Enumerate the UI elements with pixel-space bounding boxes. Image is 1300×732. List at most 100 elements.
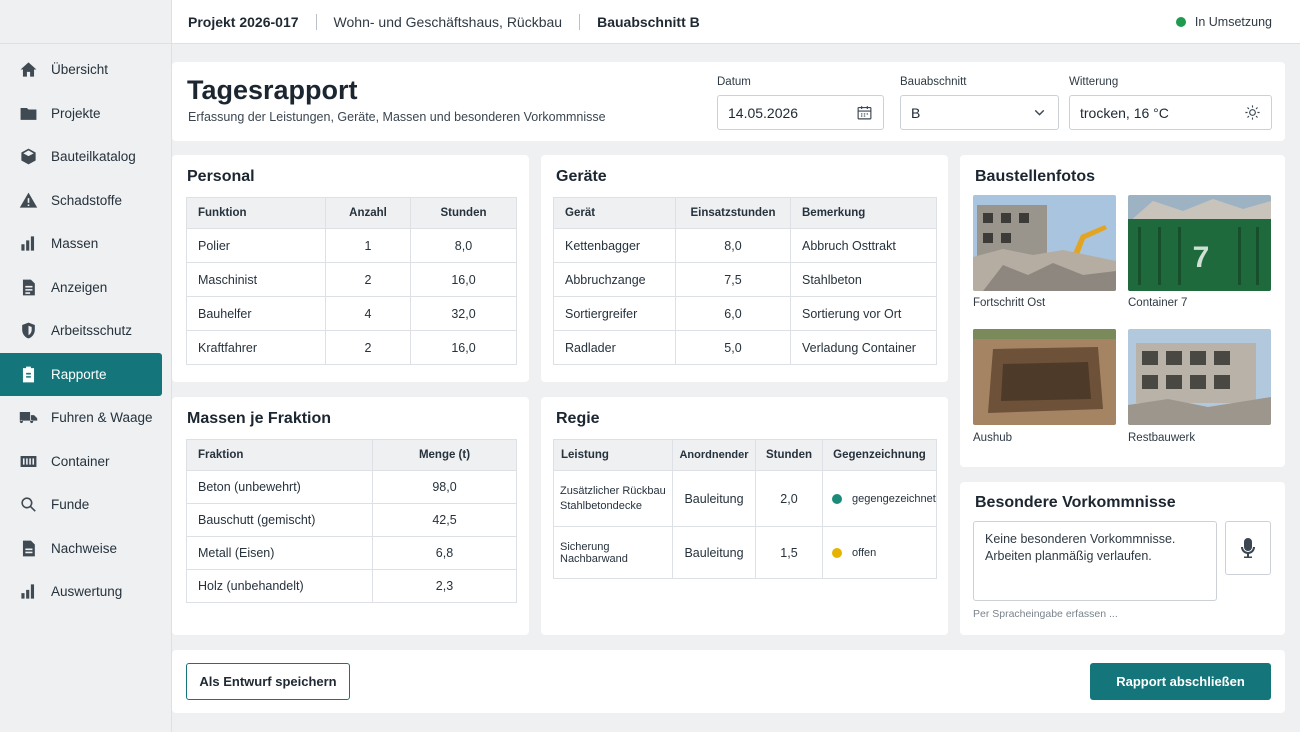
table-cell: Kettenbagger [553,228,676,263]
column-header: Bemerkung [790,197,937,229]
container-icon [19,452,38,471]
table-cell: 6,0 [675,296,791,331]
photo-thumbnail[interactable] [973,195,1116,291]
sidebar-item-uebersicht[interactable]: Übersicht [0,48,162,92]
sidebar-item-nachweise[interactable]: Nachweise [0,527,162,571]
date-value: 14.05.2026 [728,104,799,121]
sidebar-item-rapporte[interactable]: Rapporte [0,352,162,396]
sidebar-top [0,0,171,44]
sidebar-item-funde[interactable]: Funde [0,483,162,527]
incidents-card: Besondere Vorkommnisse Keine besonderen … [960,482,1285,635]
table-cell: 1 [325,228,411,263]
sidebar-item-label: Funde [51,497,90,513]
save-draft-button[interactable]: Als Entwurf speichern [186,663,350,700]
table-cell: Radlader [553,330,676,365]
column-header: Stunden [755,439,823,471]
table-cell: Abbruch Osttrakt [790,228,937,263]
table-cell: Sicherung Nachbarwand [553,526,673,579]
page-subtitle: Erfassung der Leistungen, Geräte, Massen… [188,110,606,124]
top-bar: Projekt 2026-017 Wohn- und Geschäftshaus… [172,0,1300,44]
sidebar-item-bauteilkatalog[interactable]: Bauteilkatalog [0,135,162,179]
sidebar-item-projekte[interactable]: Projekte [0,92,162,136]
date-label: Datum [717,76,751,88]
table-cell: Bauhelfer [186,296,326,331]
quantities-card: Massen je Fraktion Fraktion Menge (t) Be… [172,397,529,635]
signature-status-cell: offen [822,526,937,579]
table-cell: Verladung Container [790,330,937,365]
table-cell: 8,0 [410,228,517,263]
bar-chart-icon [19,234,38,253]
sidebar-item-massen[interactable]: Massen [0,222,162,266]
warning-icon [19,191,38,210]
close-report-button[interactable]: Rapport abschließen [1090,663,1271,700]
table-cell: 32,0 [410,296,517,331]
weather-field: Witterung trocken, 16 °C [1069,76,1272,130]
table-cell: 7,5 [675,262,791,297]
sidebar-item-fuhren-waage[interactable]: Fuhren & Waage [0,396,162,440]
project-description: Wohn- und Geschäftshaus, Rückbau [333,13,563,30]
weather-input[interactable]: trocken, 16 °C [1069,95,1272,130]
table-cell: Bauschutt (gemischt) [186,503,373,537]
photos-title: Baustellenfotos [975,168,1096,185]
date-input[interactable]: 14.05.2026 [717,95,884,130]
divider [315,13,317,30]
table-row: Abbruchzange 7,5 Stahlbeton [553,262,937,297]
table-row: Sortiergreifer 6,0 Sortierung vor Ort [553,296,937,331]
search-icon [19,495,38,514]
table-cell: Polier [186,228,326,263]
weather-label: Witterung [1069,76,1119,88]
calendar-icon[interactable] [856,104,873,121]
dictation-button[interactable] [1225,521,1271,575]
sidebar-item-anzeigen[interactable]: Anzeigen [0,266,162,310]
sidebar-item-arbeitsschutz[interactable]: Arbeitsschutz [0,309,162,353]
sidebar-item-label: Anzeigen [51,279,108,295]
sidebar-item-label: Arbeitsschutz [51,323,133,339]
photo-thumbnail[interactable]: 7 [1128,195,1271,291]
table-cell: 2 [325,330,411,365]
sidebar-item-schadstoffe[interactable]: Schadstoffe [0,179,162,223]
column-header: Leistung [553,439,673,471]
clipboard-icon [19,365,38,384]
incidents-title: Besondere Vorkommnisse [975,494,1176,511]
table-row: Bauhelfer 4 32,0 [186,296,517,331]
table-cell: Maschinist [186,262,326,297]
file-icon [19,539,38,558]
sidebar-nav: Übersicht Projekte Bauteilkatalog Schads… [0,44,171,614]
table-row: Holz (unbehandelt) 2,3 [186,569,517,603]
table-row: Polier 1 8,0 [186,228,517,263]
table-cell: 98,0 [372,470,517,504]
table-row: Zusätzlicher Rückbau Stahlbetondecke Bau… [553,470,937,527]
weather-value: trocken, 16 °C [1080,104,1169,121]
section-field: Bauabschnitt B [900,76,1059,130]
table-cell: Kraftfahrer [186,330,326,365]
table-cell: Sortierung vor Ort [790,296,937,331]
home-icon [19,60,38,79]
sidebar-item-container[interactable]: Container [0,440,162,484]
personal-table: Funktion Anzahl Stunden Polier 1 8,0 Masch… [186,197,517,365]
incidents-textarea[interactable]: Keine besonderen Vorkommnisse. Arbeiten … [973,521,1217,601]
column-header: Funktion [186,197,326,229]
section-select[interactable]: B [900,95,1059,130]
photo-thumbnail[interactable] [973,329,1116,425]
table-cell: Metall (Eisen) [186,536,373,570]
sidebar-item-label: Massen [51,236,99,252]
photo-thumbnail[interactable] [1128,329,1271,425]
table-cell: 8,0 [675,228,791,263]
signature-status: gegengezeichnet [852,492,936,505]
status-text: In Umsetzung [1194,14,1272,29]
column-header: Menge (t) [372,439,517,471]
table-row: Metall (Eisen) 6,8 [186,536,517,570]
table-cell: Beton (unbewehrt) [186,470,373,504]
sidebar-item-auswertung[interactable]: Auswertung [0,570,162,614]
action-bar: Als Entwurf speichern Rapport abschließe… [172,650,1285,713]
column-header: Anzahl [325,197,411,229]
table-cell: 16,0 [410,330,517,365]
sidebar-item-label: Schadstoffe [51,192,123,208]
photos-card: Baustellenfotos Fortschritt Ost 7 Contai… [960,155,1285,467]
sidebar: Übersicht Projekte Bauteilkatalog Schads… [0,0,172,732]
column-header: Gerät [553,197,676,229]
equipment-table: Gerät Einsatzstunden Bemerkung Kettenbag… [553,197,937,365]
table-cell: 6,8 [372,536,517,570]
sidebar-item-label: Container [51,453,110,469]
table-cell: Bauleitung [672,526,756,579]
